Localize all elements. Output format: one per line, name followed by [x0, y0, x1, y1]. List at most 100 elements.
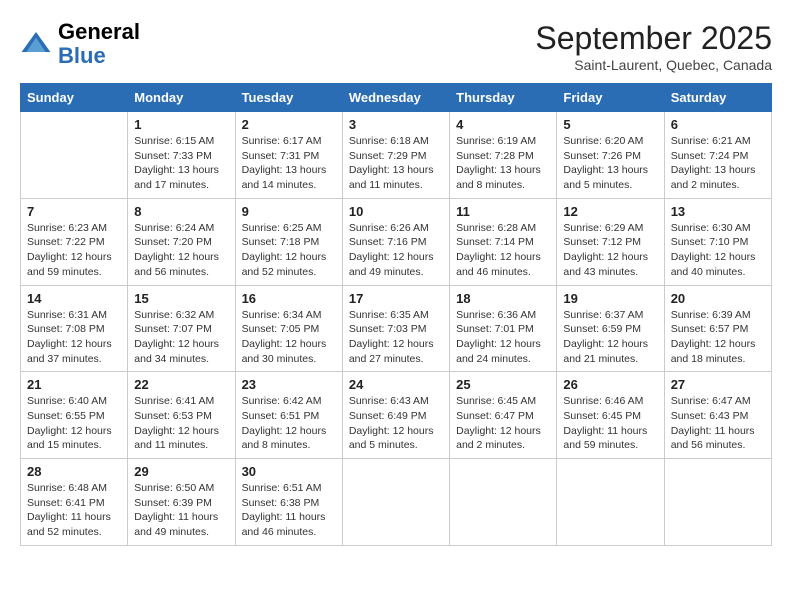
calendar-cell: 10Sunrise: 6:26 AM Sunset: 7:16 PM Dayli… [342, 198, 449, 285]
week-row-1: 1 Sunrise: 6:15 AM Sunset: 7:33 PM Daylig… [21, 112, 772, 199]
week-row-3: 14Sunrise: 6:31 AM Sunset: 7:08 PM Dayli… [21, 285, 772, 372]
calendar-cell: 25 Sunrise: 6:45 AM Sunset: 6:47 PM Dayli… [450, 372, 557, 459]
day-info: Sunrise: 6:37 AM Sunset: 6:59 PM Dayligh… [563, 308, 657, 367]
logo: General Blue [20, 20, 140, 68]
day-info: Sunrise: 6:29 AM Sunset: 7:12 PM Dayligh… [563, 221, 657, 280]
col-header-saturday: Saturday [664, 84, 771, 112]
calendar-cell: 20Sunrise: 6:39 AM Sunset: 6:57 PM Dayli… [664, 285, 771, 372]
day-number: 24 [349, 377, 443, 392]
calendar-cell [557, 459, 664, 546]
calendar-cell: 7 Sunrise: 6:23 AM Sunset: 7:22 PM Daylig… [21, 198, 128, 285]
day-info: Sunrise: 6:30 AM Sunset: 7:10 PM Dayligh… [671, 221, 765, 280]
day-number: 19 [563, 291, 657, 306]
day-number: 18 [456, 291, 550, 306]
day-number: 1 [134, 117, 228, 132]
day-info: Sunrise: 6:43 AM Sunset: 6:49 PM Dayligh… [349, 394, 443, 453]
day-number: 13 [671, 204, 765, 219]
calendar-cell: 1 Sunrise: 6:15 AM Sunset: 7:33 PM Daylig… [128, 112, 235, 199]
calendar-cell: 30Sunrise: 6:51 AM Sunset: 6:38 PM Dayli… [235, 459, 342, 546]
calendar-cell: 2Sunrise: 6:17 AM Sunset: 7:31 PM Daylig… [235, 112, 342, 199]
day-number: 10 [349, 204, 443, 219]
calendar-cell: 22 Sunrise: 6:41 AM Sunset: 6:53 PM Dayli… [128, 372, 235, 459]
col-header-monday: Monday [128, 84, 235, 112]
day-info: Sunrise: 6:36 AM Sunset: 7:01 PM Dayligh… [456, 308, 550, 367]
day-info: Sunrise: 6:47 AM Sunset: 6:43 PM Dayligh… [671, 394, 765, 453]
day-info: Sunrise: 6:24 AM Sunset: 7:20 PM Dayligh… [134, 221, 228, 280]
day-number: 14 [27, 291, 121, 306]
calendar-cell: 21 Sunrise: 6:40 AM Sunset: 6:55 PM Dayli… [21, 372, 128, 459]
day-info: Sunrise: 6:20 AM Sunset: 7:26 PM Dayligh… [563, 134, 657, 193]
day-number: 23 [242, 377, 336, 392]
calendar-cell: 23Sunrise: 6:42 AM Sunset: 6:51 PM Dayli… [235, 372, 342, 459]
day-number: 22 [134, 377, 228, 392]
day-info: Sunrise: 6:41 AM Sunset: 6:53 PM Dayligh… [134, 394, 228, 453]
day-info: Sunrise: 6:23 AM Sunset: 7:22 PM Dayligh… [27, 221, 121, 280]
day-number: 20 [671, 291, 765, 306]
day-number: 8 [134, 204, 228, 219]
week-row-4: 21 Sunrise: 6:40 AM Sunset: 6:55 PM Dayli… [21, 372, 772, 459]
day-number: 9 [242, 204, 336, 219]
calendar-cell [450, 459, 557, 546]
week-row-5: 28 Sunrise: 6:48 AM Sunset: 6:41 PM Dayli… [21, 459, 772, 546]
calendar-cell: 29Sunrise: 6:50 AM Sunset: 6:39 PM Dayli… [128, 459, 235, 546]
calendar-cell: 28 Sunrise: 6:48 AM Sunset: 6:41 PM Dayli… [21, 459, 128, 546]
day-number: 6 [671, 117, 765, 132]
calendar-cell: 13 Sunrise: 6:30 AM Sunset: 7:10 PM Dayli… [664, 198, 771, 285]
day-info: Sunrise: 6:51 AM Sunset: 6:38 PM Dayligh… [242, 481, 336, 540]
calendar-cell: 4Sunrise: 6:19 AM Sunset: 7:28 PM Daylig… [450, 112, 557, 199]
calendar-cell: 11Sunrise: 6:28 AM Sunset: 7:14 PM Dayli… [450, 198, 557, 285]
calendar-cell: 18 Sunrise: 6:36 AM Sunset: 7:01 PM Dayli… [450, 285, 557, 372]
day-info: Sunrise: 6:19 AM Sunset: 7:28 PM Dayligh… [456, 134, 550, 193]
day-number: 28 [27, 464, 121, 479]
day-number: 15 [134, 291, 228, 306]
logo-blue: Blue [58, 43, 106, 68]
day-number: 29 [134, 464, 228, 479]
day-info: Sunrise: 6:28 AM Sunset: 7:14 PM Dayligh… [456, 221, 550, 280]
day-info: Sunrise: 6:34 AM Sunset: 7:05 PM Dayligh… [242, 308, 336, 367]
day-info: Sunrise: 6:15 AM Sunset: 7:33 PM Dayligh… [134, 134, 228, 193]
calendar-cell: 3 Sunrise: 6:18 AM Sunset: 7:29 PM Daylig… [342, 112, 449, 199]
logo-general: General [58, 19, 140, 44]
day-info: Sunrise: 6:46 AM Sunset: 6:45 PM Dayligh… [563, 394, 657, 453]
calendar-cell: 8 Sunrise: 6:24 AM Sunset: 7:20 PM Daylig… [128, 198, 235, 285]
day-number: 16 [242, 291, 336, 306]
day-info: Sunrise: 6:40 AM Sunset: 6:55 PM Dayligh… [27, 394, 121, 453]
day-number: 7 [27, 204, 121, 219]
col-header-friday: Friday [557, 84, 664, 112]
day-info: Sunrise: 6:25 AM Sunset: 7:18 PM Dayligh… [242, 221, 336, 280]
day-info: Sunrise: 6:48 AM Sunset: 6:41 PM Dayligh… [27, 481, 121, 540]
calendar-cell: 16 Sunrise: 6:34 AM Sunset: 7:05 PM Dayli… [235, 285, 342, 372]
day-number: 25 [456, 377, 550, 392]
calendar-cell: 5 Sunrise: 6:20 AM Sunset: 7:26 PM Daylig… [557, 112, 664, 199]
day-info: Sunrise: 6:18 AM Sunset: 7:29 PM Dayligh… [349, 134, 443, 193]
calendar-cell: 19 Sunrise: 6:37 AM Sunset: 6:59 PM Dayli… [557, 285, 664, 372]
logo-text: General Blue [58, 20, 140, 68]
day-number: 27 [671, 377, 765, 392]
calendar-cell [342, 459, 449, 546]
day-number: 21 [27, 377, 121, 392]
month-title: September 2025 [535, 20, 772, 57]
days-header-row: SundayMondayTuesdayWednesdayThursdayFrid… [21, 84, 772, 112]
day-info: Sunrise: 6:35 AM Sunset: 7:03 PM Dayligh… [349, 308, 443, 367]
calendar-cell: 14Sunrise: 6:31 AM Sunset: 7:08 PM Dayli… [21, 285, 128, 372]
calendar-table: SundayMondayTuesdayWednesdayThursdayFrid… [20, 83, 772, 546]
day-number: 5 [563, 117, 657, 132]
day-info: Sunrise: 6:45 AM Sunset: 6:47 PM Dayligh… [456, 394, 550, 453]
week-row-2: 7 Sunrise: 6:23 AM Sunset: 7:22 PM Daylig… [21, 198, 772, 285]
calendar-cell [664, 459, 771, 546]
calendar-cell: 24 Sunrise: 6:43 AM Sunset: 6:49 PM Dayli… [342, 372, 449, 459]
day-number: 3 [349, 117, 443, 132]
day-info: Sunrise: 6:17 AM Sunset: 7:31 PM Dayligh… [242, 134, 336, 193]
day-info: Sunrise: 6:32 AM Sunset: 7:07 PM Dayligh… [134, 308, 228, 367]
col-header-tuesday: Tuesday [235, 84, 342, 112]
day-number: 17 [349, 291, 443, 306]
col-header-wednesday: Wednesday [342, 84, 449, 112]
title-block: September 2025 Saint-Laurent, Quebec, Ca… [535, 20, 772, 73]
calendar-cell: 15 Sunrise: 6:32 AM Sunset: 7:07 PM Dayli… [128, 285, 235, 372]
calendar-cell: 12Sunrise: 6:29 AM Sunset: 7:12 PM Dayli… [557, 198, 664, 285]
day-number: 26 [563, 377, 657, 392]
col-header-sunday: Sunday [21, 84, 128, 112]
calendar-cell: 9 Sunrise: 6:25 AM Sunset: 7:18 PM Daylig… [235, 198, 342, 285]
logo-icon [20, 28, 52, 60]
calendar-cell: 17 Sunrise: 6:35 AM Sunset: 7:03 PM Dayli… [342, 285, 449, 372]
